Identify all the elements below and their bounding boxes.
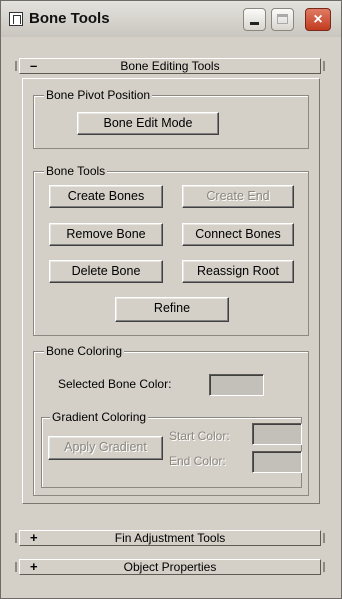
selected-bone-color-swatch[interactable] (209, 374, 264, 396)
delete-bone-button[interactable]: Delete Bone (49, 260, 163, 283)
remove-bone-button[interactable]: Remove Bone (49, 223, 163, 246)
bone-coloring-group: Bone Coloring Selected Bone Color: Gradi… (33, 344, 309, 496)
bone-tools-window: Bone Tools × Bone Editing Tools – Bone P… (0, 0, 342, 599)
maximize-button[interactable] (271, 8, 294, 31)
reassign-root-button[interactable]: Reassign Root (182, 260, 294, 283)
rollout-bone-editing-tools[interactable]: Bone Editing Tools – (15, 58, 325, 74)
rollout-object-properties[interactable]: Object Properties + (15, 559, 325, 575)
close-button[interactable]: × (305, 8, 331, 31)
connect-bones-button[interactable]: Connect Bones (182, 223, 294, 246)
selected-bone-color-label: Selected Bone Color: (58, 377, 172, 391)
apply-gradient-button[interactable]: Apply Gradient (48, 436, 163, 460)
end-color-label: End Color: (169, 454, 226, 468)
bone-pivot-position-group: Bone Pivot Position Bone Edit Mode (33, 88, 309, 149)
minimize-button[interactable] (243, 8, 266, 31)
title-bar[interactable]: Bone Tools × (1, 1, 341, 37)
group-label: Gradient Coloring (50, 410, 149, 424)
create-bones-button[interactable]: Create Bones (49, 185, 163, 208)
expand-icon: + (30, 559, 38, 574)
app-icon[interactable] (9, 12, 23, 26)
bone-tools-group: Bone Tools Create Bones Create End Remov… (33, 164, 309, 336)
minimize-icon (250, 22, 259, 25)
group-label: Bone Tools (44, 164, 108, 178)
expand-icon: + (30, 530, 38, 545)
close-icon: × (313, 11, 323, 28)
collapse-icon: – (30, 58, 38, 73)
rollout-label: Fin Adjustment Tools (114, 531, 226, 545)
bone-editing-panel: Bone Pivot Position Bone Edit Mode Bone … (22, 78, 320, 504)
rollout-label: Bone Editing Tools (120, 59, 220, 73)
end-color-swatch[interactable] (252, 451, 302, 473)
rollout-label: Object Properties (123, 560, 217, 574)
start-color-swatch[interactable] (252, 423, 302, 445)
start-color-label: Start Color: (169, 429, 230, 443)
group-label: Bone Coloring (44, 344, 125, 358)
window-title: Bone Tools (29, 10, 110, 27)
rollout-fin-adjustment-tools[interactable]: Fin Adjustment Tools + (15, 530, 325, 546)
gradient-coloring-group: Gradient Coloring Apply Gradient Start C… (41, 410, 302, 488)
group-label: Bone Pivot Position (44, 88, 153, 102)
create-end-button[interactable]: Create End (182, 185, 294, 208)
maximize-icon (277, 14, 288, 24)
refine-button[interactable]: Refine (115, 297, 229, 322)
bone-edit-mode-button[interactable]: Bone Edit Mode (77, 112, 219, 135)
